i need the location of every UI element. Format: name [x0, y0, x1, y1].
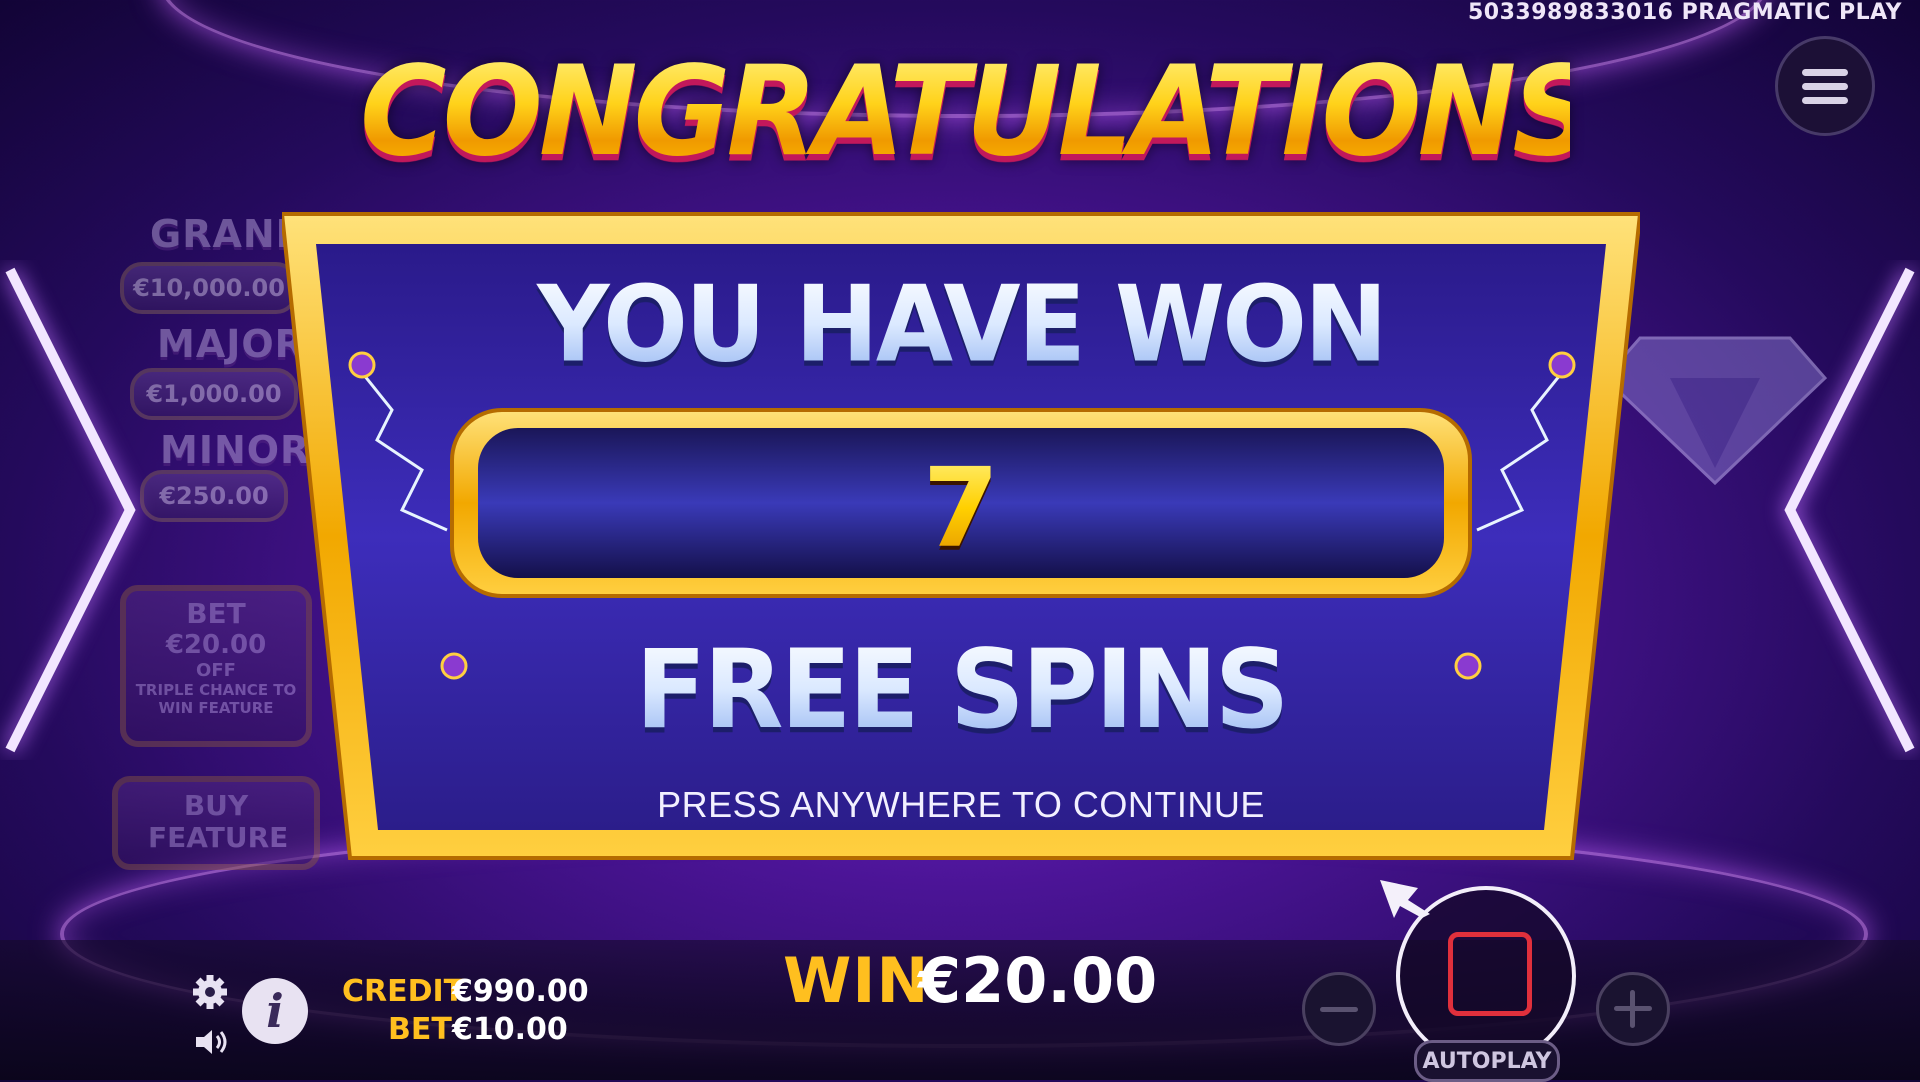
- side-bet-label: BET: [186, 597, 246, 630]
- increase-bet-button[interactable]: [1596, 972, 1670, 1046]
- triple-chance-text: TRIPLE CHANCE TO WIN FEATURE: [135, 681, 297, 717]
- jackpot-major-value: €1,000.00: [130, 368, 298, 420]
- jackpot-minor-value: €250.00: [140, 470, 288, 522]
- congratulations-title: CONGRATULATIONS: [360, 38, 1597, 184]
- autoplay-button[interactable]: AUTOPLAY: [1414, 1040, 1560, 1082]
- stop-icon: [1448, 932, 1532, 1016]
- game-id: 5033989833016: [1467, 0, 1674, 25]
- you-have-won-text: YOU HAVE WON: [282, 263, 1640, 386]
- sound-button[interactable]: [192, 1022, 232, 1062]
- info-button[interactable]: i: [242, 978, 308, 1044]
- jackpot-grand-value: €10,000.00: [120, 262, 298, 314]
- side-bet-value: €20.00: [165, 630, 267, 660]
- free-spins-count: 7: [282, 444, 1640, 572]
- win-value: €20.00: [918, 944, 1158, 1017]
- win-label: WIN: [783, 944, 930, 1017]
- speaker-icon: [196, 1030, 227, 1054]
- bet-value: €10.00: [452, 1012, 568, 1047]
- minus-icon: [1320, 1006, 1358, 1012]
- triple-chance-toggle[interactable]: OFF: [126, 660, 306, 681]
- press-anywhere-hint: PRESS ANYWHERE TO CONTINUE: [657, 784, 1265, 825]
- game-id-header: 5033989833016 PRAGMATIC PLAY: [1468, 0, 1902, 25]
- credit-label: CREDIT: [342, 974, 465, 1009]
- hamburger-icon: [1802, 68, 1848, 76]
- arrow-icon: [1380, 880, 1430, 918]
- decrease-bet-button[interactable]: [1302, 972, 1376, 1046]
- settings-button[interactable]: [186, 968, 234, 1016]
- free-spins-text: FREE SPINS: [282, 625, 1640, 753]
- menu-button[interactable]: [1775, 36, 1875, 136]
- plus-icon: [1614, 990, 1652, 1028]
- provider-name: PRAGMATIC PLAY: [1681, 0, 1902, 25]
- info-icon: i: [266, 984, 284, 1038]
- credit-value: €990.00: [452, 974, 589, 1009]
- bet-label: BET: [388, 1012, 452, 1047]
- gear-icon: [193, 975, 227, 1009]
